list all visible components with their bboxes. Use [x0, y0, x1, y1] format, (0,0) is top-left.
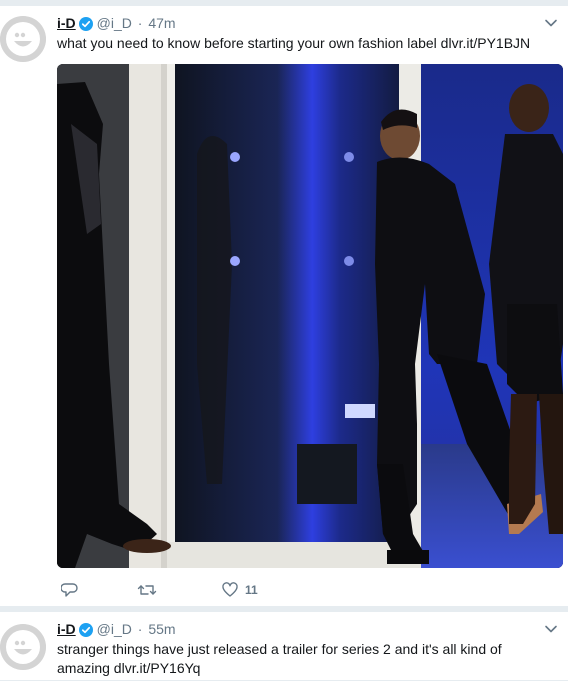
tweet-actions: 11	[57, 580, 357, 600]
reply-icon	[61, 583, 78, 597]
timestamp[interactable]: 55m	[148, 621, 175, 637]
timestamp[interactable]: 47m	[148, 15, 175, 31]
tweet-media-photo[interactable]	[57, 64, 563, 568]
tweet-text: stranger things have just released a tra…	[57, 641, 502, 676]
separator-dot: ·	[137, 621, 143, 637]
retweet-icon	[137, 585, 157, 595]
tweet[interactable]: i-D @i_D · 55m stranger things have just …	[0, 612, 568, 681]
tweet-header: i-D @i_D · 55m	[57, 620, 176, 638]
avatar[interactable]	[0, 624, 46, 670]
avatar-smiley-icon	[0, 624, 46, 670]
tweet-header: i-D @i_D · 47m	[57, 14, 176, 32]
like-count: 11	[245, 583, 258, 597]
verified-badge-icon	[78, 623, 93, 641]
author-handle[interactable]: @i_D	[97, 15, 132, 31]
tweet[interactable]: i-D @i_D · 47m what you need to know befo…	[0, 6, 568, 607]
heart-icon	[222, 582, 238, 597]
retweet-button[interactable]	[137, 580, 157, 600]
separator-dot: ·	[137, 15, 143, 31]
tweet-feed: i-D @i_D · 47m what you need to know befo…	[0, 0, 568, 681]
verified-badge-icon	[78, 17, 93, 35]
like-button[interactable]: 11	[221, 580, 258, 600]
chevron-down-icon[interactable]	[544, 16, 558, 30]
author-handle[interactable]: @i_D	[97, 621, 132, 637]
avatar[interactable]	[0, 16, 46, 62]
author-name[interactable]: i-D	[57, 15, 76, 31]
chevron-down-icon[interactable]	[544, 622, 558, 636]
tweet-text: what you need to know before starting yo…	[57, 35, 531, 51]
reply-button[interactable]	[61, 580, 79, 600]
author-name[interactable]: i-D	[57, 621, 76, 637]
avatar-smiley-icon	[0, 16, 46, 62]
